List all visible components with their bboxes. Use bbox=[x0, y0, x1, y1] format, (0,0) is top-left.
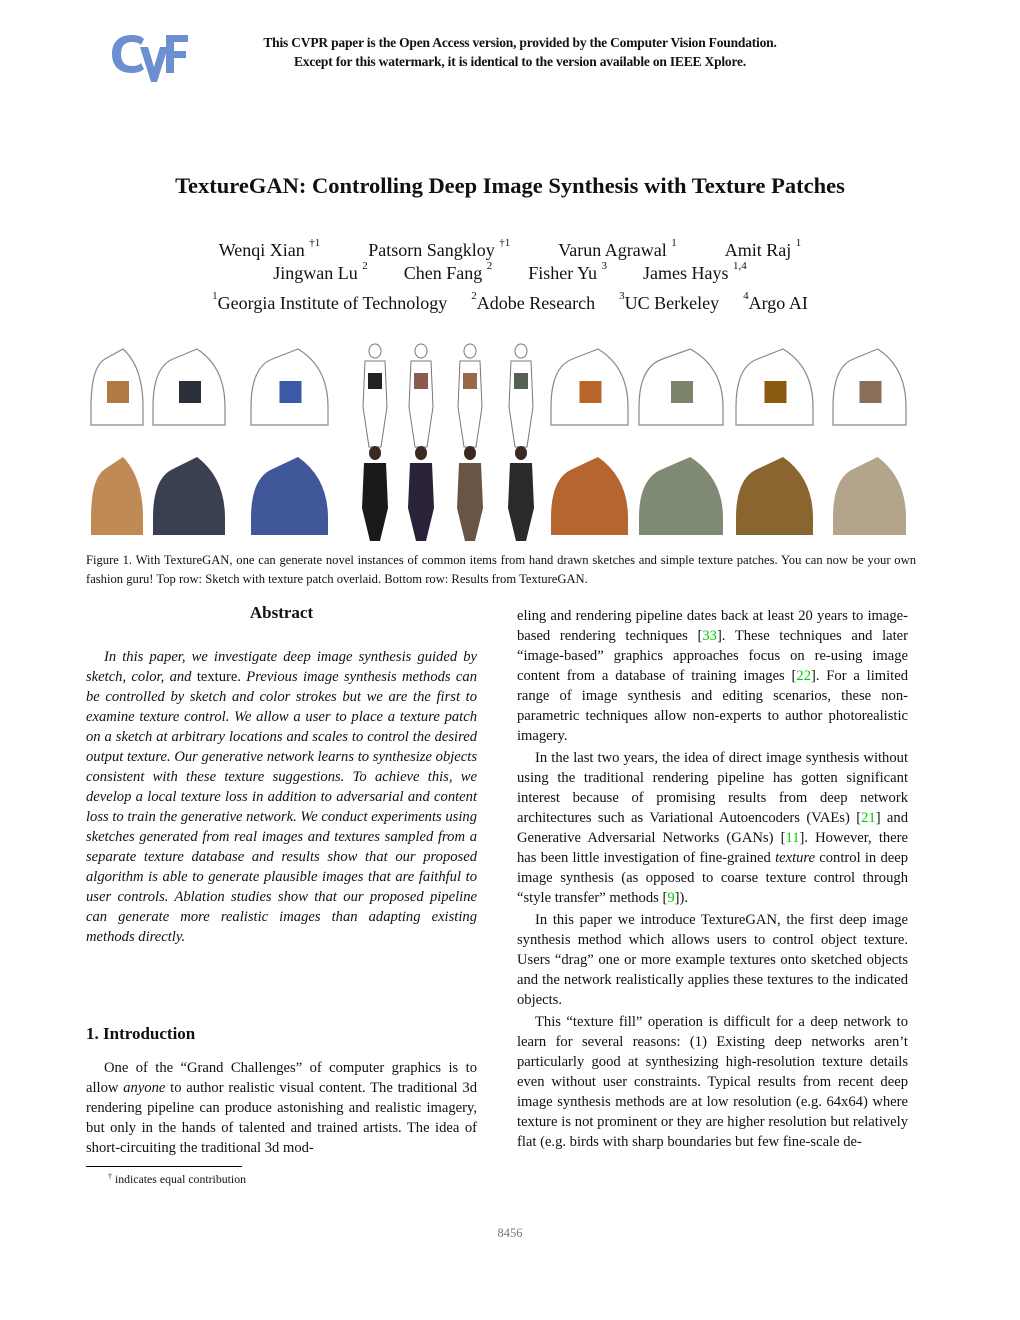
result-outfit bbox=[457, 463, 483, 541]
authors-row-1: Wenqi Xian †1 Patsorn Sangkloy †1 Varun Ag… bbox=[0, 237, 1020, 261]
citation-link[interactable]: 9 bbox=[667, 890, 674, 906]
citation-link[interactable]: 33 bbox=[702, 628, 717, 644]
intro-paragraph-2: In the last two years, the idea of direc… bbox=[517, 748, 908, 908]
result-outfit bbox=[508, 463, 534, 541]
texture-patch bbox=[463, 373, 477, 389]
watermark-line-1: This CVPR paper is the Open Access versi… bbox=[263, 35, 777, 50]
result-object bbox=[736, 457, 813, 535]
figure-1-caption: Figure 1. With TextureGAN, one can gener… bbox=[86, 553, 916, 586]
abstract-body: In this paper, we investigate deep image… bbox=[86, 647, 477, 947]
intro-emphasis: anyone bbox=[123, 1080, 166, 1096]
footnote: † indicates equal contribution bbox=[108, 1172, 246, 1187]
affiliation-number: 1 bbox=[212, 290, 218, 302]
intro-emphasis: texture bbox=[775, 850, 816, 866]
texture-patch bbox=[579, 381, 602, 403]
author-name: James Hays 1,4 bbox=[643, 260, 747, 283]
watermark-line-2: Except for this watermark, it is identic… bbox=[293, 54, 746, 69]
author-name: Jingwan Lu 2 bbox=[273, 260, 368, 283]
texture-patch bbox=[107, 381, 129, 403]
author-name: Fisher Yu 3 bbox=[528, 260, 608, 283]
intro-paragraph-3: In this paper we introduce TextureGAN, t… bbox=[517, 912, 908, 1008]
texture-patch bbox=[179, 381, 201, 403]
introduction-right-column: eling and rendering pipeline dates back … bbox=[517, 606, 908, 1152]
result-outfit bbox=[362, 463, 388, 541]
intro-paragraph-continued: eling and rendering pipeline dates back … bbox=[517, 606, 908, 746]
authors-row-2: Jingwan Lu 2 Chen Fang 2 Fisher Yu 3 James … bbox=[0, 260, 1020, 284]
affiliation-number: 2 bbox=[471, 290, 477, 302]
author-name: Amit Raj 1 bbox=[724, 237, 802, 260]
affiliation-mark: †1 bbox=[499, 237, 511, 249]
open-access-watermark: This CVPR paper is the Open Access versi… bbox=[200, 33, 840, 71]
affiliation: 3UC Berkeley bbox=[619, 290, 720, 313]
page-number: 8456 bbox=[497, 1226, 523, 1240]
texture-patch bbox=[764, 381, 787, 403]
texture-patch bbox=[671, 381, 693, 403]
affiliation-mark: 2 bbox=[362, 260, 368, 272]
texture-patch bbox=[279, 381, 302, 403]
sketch-head bbox=[414, 343, 428, 359]
affiliation-mark: 1 bbox=[671, 237, 677, 249]
citation-link[interactable]: 11 bbox=[785, 830, 799, 846]
result-head bbox=[515, 446, 527, 460]
result-object bbox=[833, 457, 906, 535]
author-name: Wenqi Xian †1 bbox=[218, 237, 321, 260]
texture-patch bbox=[414, 373, 428, 389]
result-object bbox=[551, 457, 628, 535]
citation-link[interactable]: 22 bbox=[796, 668, 811, 684]
affiliation-number: 3 bbox=[619, 290, 625, 302]
affiliation: 1Georgia Institute of Technology bbox=[212, 290, 448, 313]
abstract-text-upright: texture. bbox=[196, 669, 241, 685]
cvf-logo bbox=[112, 35, 188, 82]
result-object bbox=[639, 457, 723, 535]
footnote-rule bbox=[86, 1166, 242, 1167]
logo-c-shape bbox=[112, 35, 144, 73]
sketch-head bbox=[463, 343, 477, 359]
intro-text: In the last two years, the idea of direc… bbox=[517, 750, 908, 826]
figure-1-image-grid bbox=[90, 343, 907, 541]
paper-title: TextureGAN: Controlling Deep Image Synth… bbox=[175, 173, 845, 198]
intro-text: ]). bbox=[674, 890, 689, 906]
affiliation-mark: 2 bbox=[486, 260, 493, 272]
texture-patch bbox=[368, 373, 382, 389]
affiliations: 1Georgia Institute of Technology 2Adobe R… bbox=[0, 290, 1020, 314]
citation-link[interactable]: 21 bbox=[861, 810, 876, 826]
result-object bbox=[251, 457, 328, 535]
result-head bbox=[464, 446, 476, 460]
texture-patch bbox=[514, 373, 528, 389]
abstract-heading: Abstract bbox=[249, 603, 314, 622]
affiliation-number: 4 bbox=[743, 290, 749, 302]
abstract-text-2: Previous image synthesis methods can be … bbox=[86, 669, 477, 945]
texture-patch bbox=[859, 381, 882, 403]
author-name: Chen Fang 2 bbox=[403, 260, 493, 283]
affiliation-mark: 3 bbox=[601, 260, 608, 272]
affiliation: 4Argo AI bbox=[743, 290, 808, 313]
result-object bbox=[153, 457, 225, 535]
result-object bbox=[91, 457, 143, 535]
sketch-head bbox=[368, 343, 382, 359]
author-name: Varun Agrawal 1 bbox=[558, 237, 677, 260]
affiliation: 2Adobe Research bbox=[471, 290, 596, 313]
logo-v-shape bbox=[140, 47, 168, 82]
affiliation-mark: 1 bbox=[795, 237, 802, 249]
intro-paragraph-4: This “texture fill” operation is difficu… bbox=[517, 1014, 908, 1150]
introduction-heading: 1. Introduction bbox=[86, 1024, 196, 1043]
introduction-paragraph-1: One of the “Grand Challenges” of compute… bbox=[86, 1058, 477, 1158]
sketch-head bbox=[514, 343, 528, 359]
author-name: Patsorn Sangkloy †1 bbox=[368, 237, 511, 260]
footnote-text: indicates equal contribution bbox=[112, 1172, 246, 1186]
logo-f-shape bbox=[166, 35, 188, 73]
affiliation-mark: †1 bbox=[309, 237, 321, 249]
result-outfit bbox=[408, 463, 434, 541]
affiliation-mark: 1,4 bbox=[733, 260, 747, 272]
result-head bbox=[369, 446, 381, 460]
result-head bbox=[415, 446, 427, 460]
